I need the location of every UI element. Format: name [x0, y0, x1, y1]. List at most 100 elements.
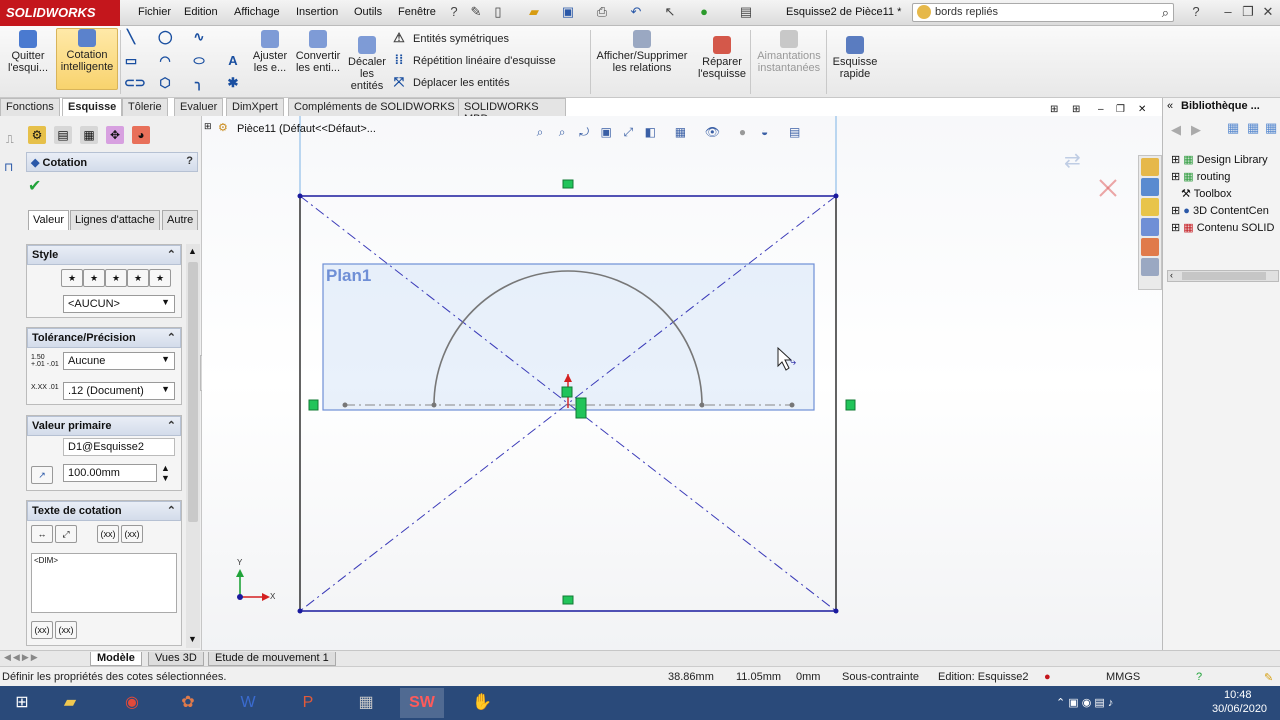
zoom-area-icon[interactable]: ⌕ [554, 124, 570, 140]
undo-icon[interactable]: ↶ [628, 4, 644, 20]
style-save-icon[interactable]: ★ [127, 269, 149, 287]
tab-vues-3d[interactable]: Vues 3D [148, 652, 204, 666]
part-name[interactable]: Pièce11 (Défaut<<Défaut>... [237, 123, 376, 135]
tab-evaluer[interactable]: Evaluer [174, 98, 224, 116]
centerline-endpoint[interactable] [789, 402, 795, 408]
collapse-icon[interactable]: ⌃ [167, 504, 176, 517]
inspection-text-button[interactable]: (xx) [121, 525, 143, 543]
tile-icon-2[interactable]: ⊞ [1072, 104, 1080, 115]
forward-icon[interactable]: ▶ [1191, 122, 1201, 138]
sketch-relation-icon[interactable]: ⎍ [6, 134, 14, 147]
style-load-icon[interactable]: ★ [149, 269, 171, 287]
corner-point[interactable] [833, 608, 839, 614]
app-logo[interactable]: SOLIDWORKS [0, 0, 120, 26]
offset-entities-button[interactable]: Décaler les entités [346, 36, 388, 92]
appearances-icon[interactable] [1141, 238, 1159, 256]
config-manager-icon[interactable]: ▦ [80, 126, 98, 144]
tab-lignes-attache[interactable]: Lignes d'attache [70, 210, 160, 230]
corner-point[interactable] [297, 608, 303, 614]
corner-point[interactable] [833, 193, 839, 199]
spline-tool-icon[interactable]: ∿ [192, 30, 206, 44]
library-item-routing[interactable]: ⊞ ▦ routing [1171, 169, 1280, 186]
relation-handle-right[interactable] [845, 399, 856, 411]
section-view-icon[interactable]: ▣ [598, 124, 614, 140]
slot-tool-icon[interactable]: ⊂⊃ [124, 76, 146, 90]
mirror-entities-button[interactable]: Entités symétriques [413, 33, 509, 45]
library-item-solidworks-content[interactable]: ⊞ ▦ Contenu SOLID [1171, 220, 1280, 237]
close-doc-icon[interactable]: ✕ [1138, 104, 1146, 115]
exit-sketch-button[interactable]: Quitter l'esqui... [4, 30, 52, 90]
paren-text-button[interactable]: (xx) [97, 525, 119, 543]
tray-icons[interactable]: ⌃ ▣ ◉ ▤ ♪ [1056, 696, 1113, 709]
menu-insertion[interactable]: Insertion [296, 6, 338, 18]
tab-scroll-arrows-icon[interactable]: ◀◀▶▶ [4, 652, 40, 663]
library-item-design-library[interactable]: ⊞ ▦ Design Library [1171, 152, 1280, 169]
tile-icon[interactable]: ⊞ [1050, 104, 1058, 115]
print-icon[interactable]: ⎙ [594, 4, 610, 20]
home-icon[interactable] [1141, 158, 1159, 176]
sketch-canvas[interactable] [202, 116, 1162, 650]
constraint-icon[interactable]: ⊓ [4, 160, 13, 174]
create-folder-icon[interactable]: ▦ [1247, 120, 1259, 136]
display-relations-button[interactable]: Afficher/Supprimer les relations [594, 30, 690, 74]
minimize-doc-icon[interactable]: – [1098, 104, 1104, 115]
ok-checkmark-icon[interactable]: ✔ [28, 176, 41, 196]
menu-fichier[interactable]: Fichier [138, 6, 171, 18]
expand-icon[interactable]: ⊞ [204, 121, 212, 132]
ellipse-tool-icon[interactable]: ⬭ [192, 54, 206, 68]
rebuild-status-icon[interactable]: ● [1044, 671, 1051, 683]
graphics-area[interactable]: Plan1 Y X ⤷ ⇄ [202, 116, 1162, 650]
chrome-icon[interactable]: ◉ [110, 688, 154, 718]
custom-properties-icon[interactable] [1141, 258, 1159, 276]
menu-outils[interactable]: Outils [354, 6, 382, 18]
tab-autre[interactable]: Autre [162, 210, 199, 230]
relation-handle-left[interactable] [308, 399, 319, 411]
style-select[interactable]: <AUCUN> ▼ [63, 295, 175, 313]
tab-valeur[interactable]: Valeur [28, 210, 69, 230]
polygon-tool-icon[interactable]: ⬡ [158, 76, 172, 90]
view-orientation-icon[interactable]: ◧ [642, 124, 658, 140]
aligned-text-icon[interactable]: ⤢ [55, 525, 77, 543]
clock-time[interactable]: 10:48 [1224, 689, 1252, 701]
tab-modele[interactable]: Modèle [90, 652, 142, 666]
repair-sketch-button[interactable]: Réparer l'esquisse [694, 36, 750, 80]
search-icon[interactable]: ⌕ [1162, 5, 1169, 21]
centerline-endpoint[interactable] [342, 402, 348, 408]
arc-tool-icon[interactable]: ◠ [158, 54, 172, 68]
point-tool-icon[interactable]: ✱ [226, 76, 240, 90]
dim-text-header[interactable]: Texte de cotation ⌃ [27, 501, 181, 521]
word-icon[interactable]: W [226, 688, 270, 718]
hand-app-icon[interactable]: ✋ [460, 688, 504, 718]
rectangle-tool-icon[interactable]: ▭ [124, 54, 138, 68]
menu-affichage[interactable]: Affichage [234, 6, 280, 18]
design-library-tab-icon[interactable] [1141, 178, 1159, 196]
hide-show-icon[interactable]: 👁 [704, 124, 720, 140]
relation-handle-top[interactable] [562, 179, 574, 189]
style-add-icon[interactable]: ★ [83, 269, 105, 287]
horizontal-text-icon[interactable]: ↔ [31, 525, 53, 543]
relation-handle[interactable] [561, 386, 573, 398]
search-input[interactable]: bords repliés ⌕ [912, 3, 1174, 22]
line-tool-icon[interactable]: ╲ [124, 30, 138, 44]
style-header[interactable]: Style ⌃ [27, 245, 181, 265]
view-settings-icon[interactable]: ▤ [787, 124, 803, 140]
appearance-icon[interactable]: ● [735, 124, 751, 140]
primary-value-header[interactable]: Valeur primaire ⌃ [27, 416, 181, 436]
tab-fonctions[interactable]: Fonctions [0, 98, 60, 116]
back-icon[interactable]: ◀ [1171, 122, 1181, 138]
dim-text-area[interactable]: <DIM> [31, 553, 177, 613]
tolerance-header[interactable]: Tolérance/Précision ⌃ [27, 328, 181, 348]
convert-entities-button[interactable]: Convertir les enti... [294, 30, 342, 74]
confirm-sketch-corner-icon[interactable]: ⇄ [1064, 148, 1081, 173]
help-icon[interactable]: ? [186, 155, 193, 167]
refresh-icon[interactable]: ▦ [1265, 120, 1277, 136]
restore-icon[interactable]: ❐ [1240, 4, 1256, 20]
unit-system[interactable]: MMGS [1106, 671, 1140, 683]
search-scope-icon[interactable] [917, 5, 931, 19]
rapid-sketch-button[interactable]: Esquisse rapide [830, 36, 880, 80]
solidworks-taskbar-icon[interactable]: SW [400, 688, 444, 718]
relation-handle[interactable] [575, 397, 587, 419]
reverse-direction-icon[interactable]: ↗ [31, 466, 53, 484]
linear-pattern-button[interactable]: Répétition linéaire d'esquisse [413, 55, 556, 67]
feature-manager-icon[interactable]: ⚙ [28, 126, 46, 144]
